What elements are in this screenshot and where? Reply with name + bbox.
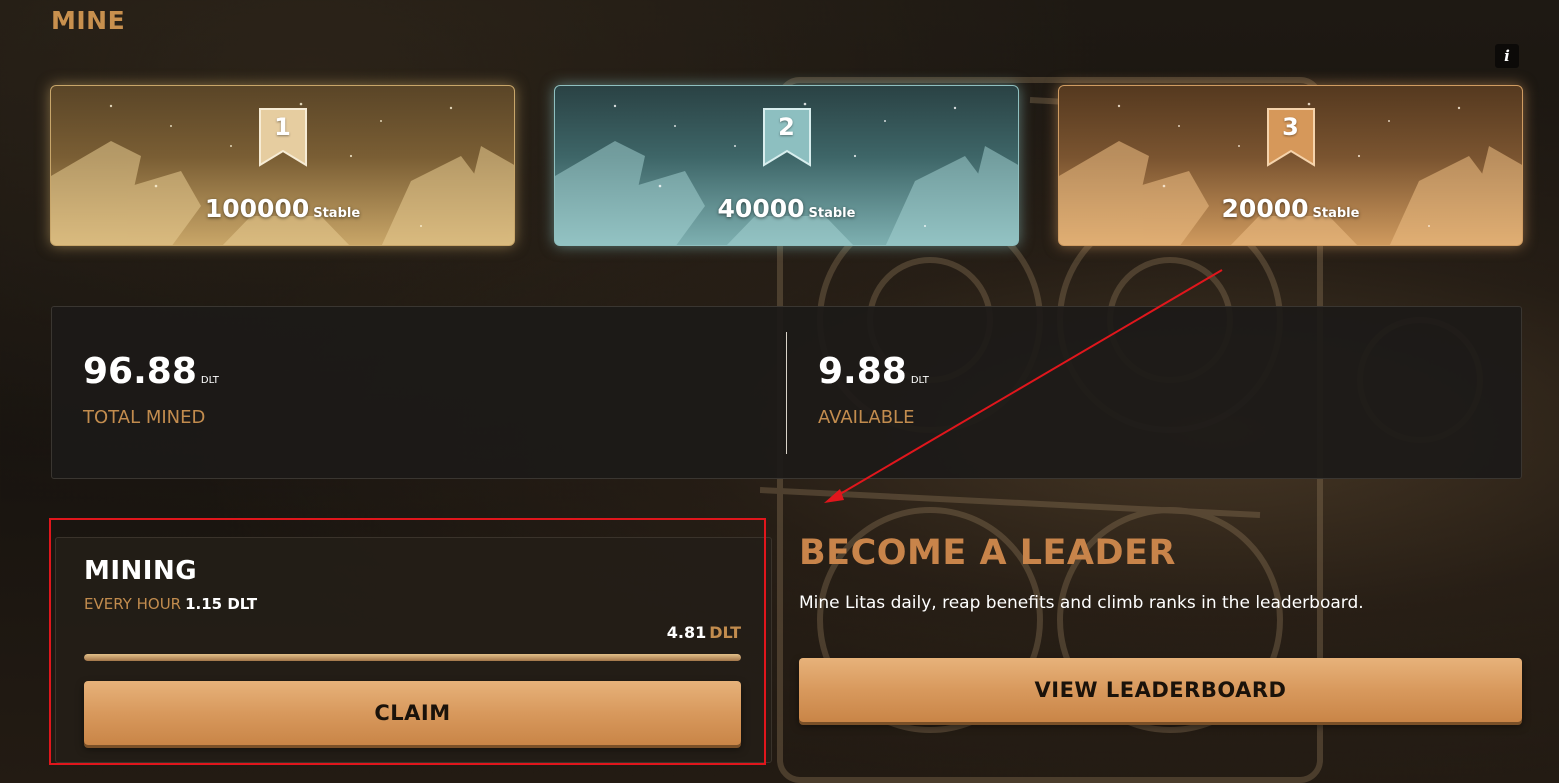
prize-unit: Stable — [808, 206, 856, 221]
prize-value: 40000 — [717, 194, 805, 223]
leader-description: Mine Litas daily, reap benefits and clim… — [799, 593, 1364, 613]
stats-panel: 96.88 DLT TOTAL MINED 9.88 DLT AVAILABLE — [51, 306, 1522, 479]
rank-number: 1 — [274, 113, 291, 141]
rank-number: 2 — [778, 113, 795, 141]
available-value: 9.88 DLT — [818, 351, 929, 392]
prize-amount: 100000 Stable — [51, 194, 514, 223]
view-leaderboard-button[interactable]: VIEW LEADERBOARD — [799, 658, 1522, 722]
prize-value: 20000 — [1221, 194, 1309, 223]
page-title: MINE — [51, 6, 126, 35]
prize-card-second: 2 40000 Stable — [554, 85, 1019, 246]
available-unit: DLT — [910, 375, 929, 386]
prize-amount: 20000 Stable — [1059, 194, 1522, 223]
total-mined-unit: DLT — [200, 375, 219, 386]
available-number: 9.88 — [818, 351, 907, 392]
prize-card-first: 1 100000 Stable — [50, 85, 515, 246]
stats-divider — [786, 332, 787, 454]
rank-ribbon-icon: 1 — [258, 107, 308, 169]
prize-amount: 40000 Stable — [555, 194, 1018, 223]
annotation-highlight-box — [49, 518, 766, 765]
rank-ribbon-icon: 2 — [762, 107, 812, 169]
prize-value: 100000 — [204, 194, 310, 223]
total-mined-value: 96.88 DLT — [83, 351, 219, 392]
prize-card-third: 3 20000 Stable — [1058, 85, 1523, 246]
prize-unit: Stable — [313, 206, 361, 221]
total-mined-label: TOTAL MINED — [83, 407, 206, 428]
prize-unit: Stable — [1312, 206, 1360, 221]
info-icon[interactable]: i — [1495, 44, 1519, 68]
leader-title: BECOME A LEADER — [799, 533, 1176, 573]
rank-ribbon-icon: 3 — [1266, 107, 1316, 169]
total-mined-number: 96.88 — [83, 351, 197, 392]
available-label: AVAILABLE — [818, 407, 915, 428]
rank-number: 3 — [1282, 113, 1299, 141]
